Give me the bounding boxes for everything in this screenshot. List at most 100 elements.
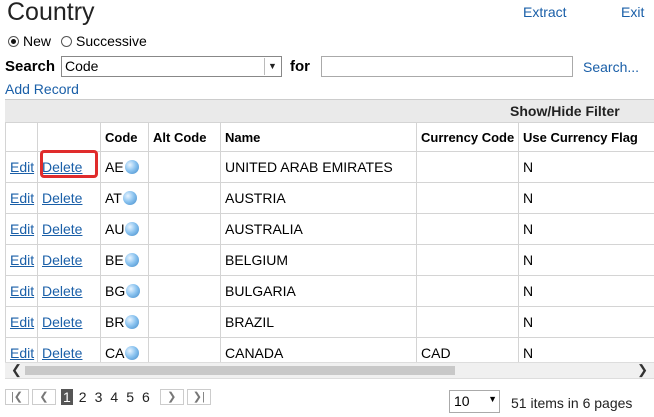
table-row: Edit Delete AU AUSTRALIA N bbox=[5, 213, 654, 245]
table-row: Edit Delete AT AUSTRIA N bbox=[5, 182, 654, 214]
edit-link[interactable]: Edit bbox=[10, 190, 34, 206]
name-cell: BULGARIA bbox=[220, 275, 417, 307]
scrollbar-thumb[interactable] bbox=[25, 366, 455, 375]
flag-cell: N bbox=[518, 182, 654, 214]
chevron-down-icon: ▼ bbox=[488, 394, 497, 404]
table-row: Edit Delete BR BRAZIL N bbox=[5, 306, 654, 338]
currency-cell bbox=[416, 244, 519, 276]
column-header-use-currency-flag[interactable]: Use Currency Flag bbox=[518, 122, 654, 152]
page-size-value: 10 bbox=[454, 393, 470, 409]
column-header-name[interactable]: Name bbox=[220, 122, 417, 152]
globe-icon bbox=[125, 346, 140, 360]
delete-link[interactable]: Delete bbox=[42, 252, 82, 268]
delete-link[interactable]: Delete bbox=[42, 345, 82, 361]
column-header-currency-code[interactable]: Currency Code bbox=[416, 122, 519, 152]
currency-cell bbox=[416, 306, 519, 338]
search-input[interactable] bbox=[321, 56, 573, 77]
name-cell: AUSTRIA bbox=[220, 182, 417, 214]
column-header-alt-code[interactable]: Alt Code bbox=[148, 122, 221, 152]
page-number[interactable]: 4 bbox=[110, 389, 118, 405]
last-page-icon[interactable]: ❯| bbox=[186, 389, 211, 405]
delete-link[interactable]: Delete bbox=[42, 221, 82, 237]
globe-icon bbox=[124, 160, 139, 174]
chevron-down-icon: ▼ bbox=[264, 58, 280, 75]
code-cell: AT bbox=[105, 190, 122, 206]
code-cell: BG bbox=[105, 283, 126, 299]
exit-link[interactable]: Exit bbox=[621, 4, 644, 20]
radio-new-label: New bbox=[23, 33, 52, 49]
currency-cell bbox=[416, 213, 519, 245]
flag-cell: N bbox=[518, 213, 654, 245]
globe-icon bbox=[124, 253, 139, 267]
globe-icon bbox=[125, 222, 140, 236]
globe-icon bbox=[125, 315, 140, 329]
show-hide-filter-link[interactable]: Show/Hide Filter bbox=[510, 103, 620, 119]
column-header-edit bbox=[5, 122, 38, 152]
radio-successive-label: Successive bbox=[76, 33, 147, 49]
flag-cell: N bbox=[518, 275, 654, 307]
code-cell: AU bbox=[105, 221, 125, 237]
alt-code-cell bbox=[148, 151, 221, 183]
flag-cell: N bbox=[518, 244, 654, 276]
edit-link[interactable]: Edit bbox=[10, 345, 34, 361]
code-cell: BE bbox=[105, 252, 124, 268]
alt-code-cell bbox=[148, 306, 221, 338]
page-size-select[interactable]: 10 ▼ bbox=[449, 390, 500, 413]
radio-new[interactable] bbox=[8, 35, 19, 47]
currency-cell bbox=[416, 151, 519, 183]
edit-link[interactable]: Edit bbox=[10, 252, 34, 268]
delete-link[interactable]: Delete bbox=[42, 190, 82, 206]
scroll-right-icon[interactable]: ❯ bbox=[637, 362, 648, 378]
search-field-value: Code bbox=[65, 58, 99, 74]
currency-cell bbox=[416, 182, 519, 214]
globe-icon bbox=[126, 284, 141, 298]
table-row: Edit Delete BE BELGIUM N bbox=[5, 244, 654, 276]
pager: |❮ ❮ 1 2 3 4 5 6 ❯ ❯| bbox=[5, 389, 214, 405]
page-number[interactable]: 2 bbox=[79, 389, 87, 405]
alt-code-cell bbox=[148, 244, 221, 276]
code-cell: CA bbox=[105, 345, 125, 361]
next-page-icon[interactable]: ❯ bbox=[159, 389, 184, 405]
filter-bar: Show/Hide Filter bbox=[5, 99, 654, 122]
for-label: for bbox=[290, 58, 310, 75]
currency-cell bbox=[416, 275, 519, 307]
horizontal-scrollbar[interactable]: ❮ ❯ bbox=[5, 362, 654, 379]
alt-code-cell bbox=[148, 275, 221, 307]
alt-code-cell bbox=[148, 182, 221, 214]
delete-link[interactable]: Delete bbox=[42, 314, 82, 330]
page-number-current[interactable]: 1 bbox=[61, 389, 73, 405]
code-cell: AE bbox=[105, 159, 124, 175]
country-table: Code Alt Code Name Currency Code Use Cur… bbox=[5, 122, 654, 369]
table-row: Edit Delete AE UNITED ARAB EMIRATES N bbox=[5, 151, 654, 183]
delete-link[interactable]: Delete bbox=[42, 159, 82, 175]
prev-page-icon[interactable]: ❮ bbox=[32, 389, 56, 405]
page-number[interactable]: 3 bbox=[95, 389, 103, 405]
edit-link[interactable]: Edit bbox=[10, 314, 34, 330]
page-number[interactable]: 6 bbox=[142, 389, 150, 405]
search-link[interactable]: Search... bbox=[583, 59, 639, 75]
scroll-left-icon[interactable]: ❮ bbox=[11, 362, 22, 378]
table-header-row: Code Alt Code Name Currency Code Use Cur… bbox=[5, 122, 654, 152]
add-record-link[interactable]: Add Record bbox=[5, 81, 79, 97]
page-number[interactable]: 5 bbox=[126, 389, 134, 405]
extract-link[interactable]: Extract bbox=[523, 4, 567, 20]
column-header-delete bbox=[37, 122, 101, 152]
page-title: Country bbox=[7, 0, 95, 26]
name-cell: UNITED ARAB EMIRATES bbox=[220, 151, 417, 183]
edit-link[interactable]: Edit bbox=[10, 283, 34, 299]
first-page-icon[interactable]: |❮ bbox=[5, 389, 29, 405]
name-cell: AUSTRALIA bbox=[220, 213, 417, 245]
search-field-select[interactable]: Code ▼ bbox=[61, 56, 282, 77]
name-cell: BRAZIL bbox=[220, 306, 417, 338]
name-cell: BELGIUM bbox=[220, 244, 417, 276]
flag-cell: N bbox=[518, 151, 654, 183]
edit-link[interactable]: Edit bbox=[10, 159, 34, 175]
alt-code-cell bbox=[148, 213, 221, 245]
delete-link[interactable]: Delete bbox=[42, 283, 82, 299]
radio-successive[interactable] bbox=[61, 35, 73, 47]
globe-icon bbox=[122, 191, 137, 205]
table-row: Edit Delete BG BULGARIA N bbox=[5, 275, 654, 307]
edit-link[interactable]: Edit bbox=[10, 221, 34, 237]
column-header-code[interactable]: Code bbox=[100, 122, 149, 152]
flag-cell: N bbox=[518, 306, 654, 338]
